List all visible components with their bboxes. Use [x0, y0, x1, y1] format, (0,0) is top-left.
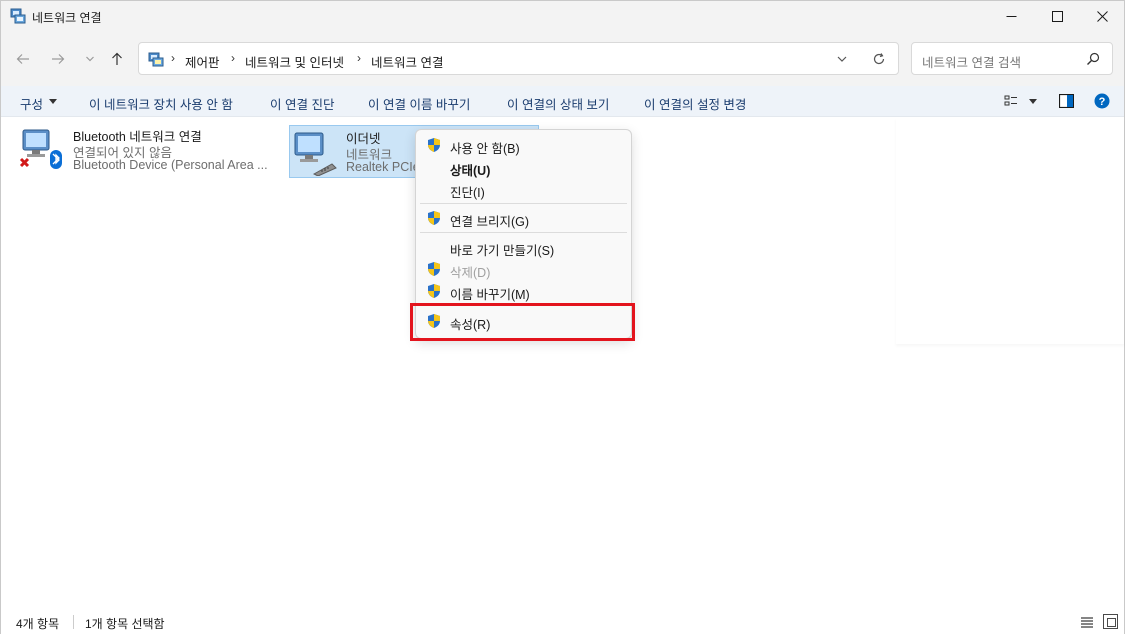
view-status-command[interactable]: 이 연결의 상태 보기 — [507, 94, 609, 113]
menu-separator — [420, 203, 627, 204]
help-icon[interactable]: ? — [1094, 93, 1110, 109]
properties-highlight-box — [410, 303, 635, 341]
close-button[interactable] — [1079, 1, 1125, 32]
menu-label: 진단(I) — [450, 186, 485, 200]
ethernet-adapter-icon — [294, 132, 337, 176]
large-icons-view-icon[interactable] — [1103, 614, 1118, 629]
command-bar: 구성 이 네트워크 장치 사용 안 함 이 연결 진단 이 연결 이름 바꾸기 … — [1, 86, 1124, 117]
change-settings-command[interactable]: 이 연결의 설정 변경 — [644, 94, 746, 113]
breadcrumb-network-connections[interactable]: 네트워크 연결 — [371, 52, 443, 71]
uac-shield-icon — [428, 211, 440, 225]
menu-item-shortcut[interactable]: 바로 가기 만들기(S) — [420, 236, 627, 258]
menu-separator — [420, 232, 627, 233]
menu-label: 삭제(D) — [450, 266, 491, 280]
breadcrumb-separator-icon: › — [357, 51, 361, 65]
menu-item-rename[interactable]: 이름 바꾸기(M) — [420, 280, 627, 302]
connection-item-bluetooth[interactable]: Bluetooth 네트워크 연결 연결되어 있지 않음 Bluetooth D… — [16, 121, 268, 179]
maximize-icon — [1051, 11, 1063, 22]
address-bar[interactable]: › 제어판 › 네트워크 및 인터넷 › 네트워크 연결 — [138, 42, 899, 75]
menu-label: 상태(U) — [450, 164, 491, 178]
uac-shield-icon — [428, 138, 440, 152]
breadcrumb-network-internet[interactable]: 네트워크 및 인터넷 — [245, 52, 344, 71]
preview-pane-icon[interactable] — [1059, 94, 1074, 108]
svg-text:?: ? — [1099, 96, 1106, 108]
change-view-icon[interactable] — [1004, 94, 1018, 108]
menu-item-diagnose[interactable]: 진단(I) — [420, 178, 627, 200]
item-count: 4개 항목 — [16, 617, 60, 631]
organize-menu[interactable]: 구성 — [20, 94, 43, 113]
menu-item-disable[interactable]: 사용 안 함(B) — [420, 134, 627, 156]
search-icon — [1087, 52, 1100, 65]
search-placeholder: 네트워크 연결 검색 — [922, 56, 1021, 70]
item-device: Bluetooth Device (Personal Area ... — [73, 158, 268, 172]
menu-item-delete: 삭제(D) — [420, 258, 627, 280]
uac-shield-icon — [428, 284, 440, 298]
up-button[interactable] — [106, 49, 128, 69]
menu-label: 사용 안 함(B) — [450, 142, 520, 156]
item-device: Realtek PCIe — [346, 160, 420, 174]
refresh-icon[interactable] — [872, 52, 886, 66]
minimize-button[interactable] — [988, 1, 1034, 32]
control-panel-icon — [148, 52, 164, 67]
network-connections-icon — [10, 8, 26, 24]
arrow-right-icon — [52, 54, 65, 64]
close-icon — [1096, 11, 1108, 22]
uac-shield-icon — [428, 262, 440, 276]
menu-item-status[interactable]: 상태(U) — [420, 156, 627, 178]
recent-locations-button[interactable] — [79, 49, 101, 69]
forward-button[interactable] — [47, 49, 69, 69]
details-view-icon[interactable] — [1080, 615, 1094, 629]
chevron-down-icon — [86, 56, 94, 62]
breadcrumb-separator-icon: › — [231, 51, 235, 65]
background-panel — [896, 118, 1124, 344]
arrow-left-icon — [16, 54, 29, 64]
maximize-button[interactable] — [1034, 1, 1080, 32]
disable-device-command[interactable]: 이 네트워크 장치 사용 안 함 — [89, 94, 233, 113]
diagnose-command[interactable]: 이 연결 진단 — [270, 94, 334, 113]
window-title: 네트워크 연결 — [32, 11, 102, 25]
search-input[interactable]: 네트워크 연결 검색 — [911, 42, 1113, 75]
minimize-icon — [1006, 16, 1016, 17]
navigation-bar: › 제어판 › 네트워크 및 인터넷 › 네트워크 연결 네트워크 연결 검색 — [1, 32, 1124, 86]
selected-count: 1개 항목 선택함 — [85, 617, 165, 631]
menu-item-bridge[interactable]: 연결 브리지(G) — [420, 207, 627, 229]
view-options-caret-icon[interactable] — [1029, 99, 1037, 104]
menu-label: 연결 브리지(G) — [450, 215, 530, 229]
arrow-up-icon — [112, 52, 122, 65]
breadcrumb-control-panel[interactable]: 제어판 — [185, 52, 220, 71]
back-button[interactable] — [12, 49, 34, 69]
network-adapter-icon — [19, 129, 62, 169]
title-bar: 네트워크 연결 — [1, 1, 1124, 32]
menu-label: 바로 가기 만들기(S) — [450, 244, 555, 258]
breadcrumb-separator-icon: › — [171, 51, 175, 65]
status-separator — [73, 615, 74, 629]
menu-label: 이름 바꾸기(M) — [450, 288, 530, 302]
status-bar: 4개 항목 1개 항목 선택함 — [1, 608, 1124, 634]
network-connections-window: 네트워크 연결 › 제어판 › 네트워크 및 인터넷 › 네트워크 연결 네트워… — [0, 0, 1125, 634]
rename-command[interactable]: 이 연결 이름 바꾸기 — [368, 94, 470, 113]
organize-caret-icon — [49, 99, 57, 104]
address-dropdown-icon[interactable] — [836, 53, 848, 65]
